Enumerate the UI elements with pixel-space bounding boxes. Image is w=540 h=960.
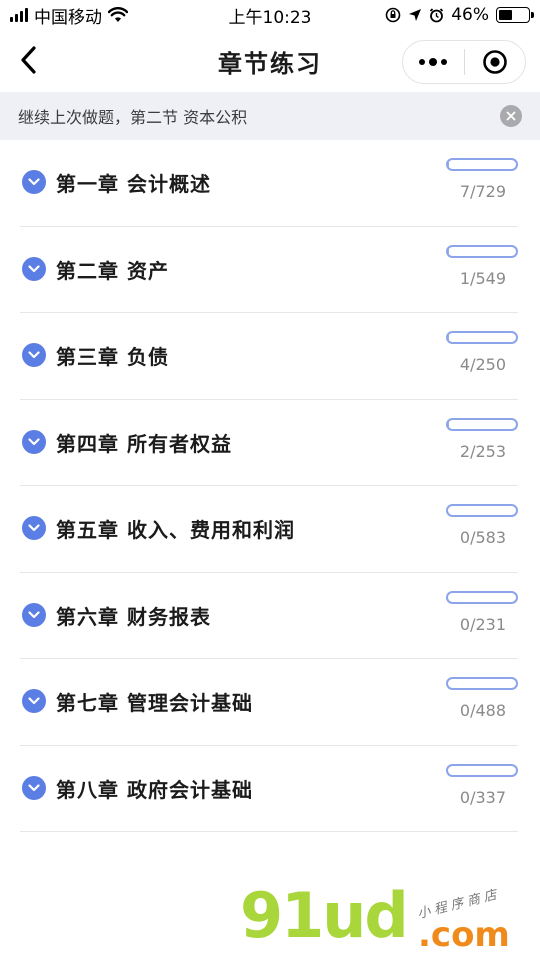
status-right: 46% (340, 5, 534, 25)
watermark: 91ud 小程序商店 .com (240, 879, 530, 956)
banner-close-button[interactable] (500, 105, 522, 127)
chevron-down-icon[interactable] (22, 170, 46, 194)
chapter-title: 第八章 政府会计基础 (56, 777, 253, 802)
chapter-progress-bar (446, 158, 518, 171)
chevron-down-icon[interactable] (22, 602, 46, 627)
chapter-progress-count: 0/583 (459, 528, 506, 547)
chapter-title: 第二章 资产 (56, 258, 169, 283)
chapter-progress-bar (446, 590, 518, 604)
chevron-down-icon[interactable] (22, 429, 46, 454)
more-dots-icon (419, 58, 448, 66)
chevron-down-icon[interactable] (22, 689, 46, 713)
chapter-item[interactable]: 第二章 资产 1/549 (20, 227, 518, 313)
chapter-progress-bar (446, 677, 518, 690)
status-time: 上午10:23 (228, 7, 312, 28)
location-icon (409, 9, 422, 21)
chapter-item[interactable]: 第六章 财务报表 0/231 (20, 573, 518, 659)
continue-banner[interactable]: 继续上次做题，第二节 资本公积 (0, 92, 540, 140)
chapter-title: 第三章 负债 (56, 345, 169, 369)
chevron-down-icon[interactable] (22, 256, 46, 281)
chapter-progress-count: 0/231 (459, 614, 506, 634)
battery-percent: 46% (451, 5, 489, 25)
wifi-icon (108, 7, 128, 22)
chapter-progress-bar (446, 504, 518, 517)
chapter-item[interactable]: 第四章 所有者权益 2/253 (20, 400, 518, 486)
chapter-item[interactable]: 第三章 负债 4/250 (20, 313, 518, 400)
chapter-progress-fill (448, 333, 450, 342)
chapter-progress-bar (446, 763, 518, 777)
chapter-item[interactable]: 第五章 收入、费用和利润 0/583 (20, 486, 518, 573)
continue-text: 继续上次做题，第二节 资本公积 (18, 108, 248, 127)
chapter-title: 第六章 财务报表 (56, 604, 211, 629)
carrier-label: 中国移动 (34, 7, 102, 28)
watermark-domain: .com (418, 915, 510, 955)
status-bar: 中国移动 上午10:23 46% (0, 0, 540, 30)
chapter-item[interactable]: 第八章 政府会计基础 0/337 (20, 746, 518, 832)
target-circle-icon (482, 50, 507, 74)
more-button[interactable] (403, 41, 464, 83)
chevron-left-icon (21, 46, 36, 74)
chapter-progress-bar (446, 417, 518, 431)
chapter-title: 第四章 所有者权益 (56, 431, 232, 456)
signal-icon (10, 8, 28, 22)
chapter-progress-count: 0/488 (459, 701, 506, 720)
chapter-progress-count: 0/337 (459, 787, 506, 807)
chapter-title: 第七章 管理会计基础 (56, 691, 253, 715)
chapter-title: 第一章 会计概述 (56, 172, 211, 196)
chapter-progress-count: 2/253 (459, 441, 506, 461)
chapter-list: 第一章 会计概述 7/729 第二章 资产 1/549 第三章 负债 4/250 第四章 所… (0, 140, 540, 832)
alarm-icon (430, 7, 444, 22)
chapter-progress-count: 1/549 (459, 268, 506, 288)
watermark-logo: 91ud (240, 879, 409, 952)
chapter-progress-count: 7/729 (459, 182, 506, 201)
back-button[interactable] (10, 42, 46, 78)
close-miniprogram-button[interactable] (465, 41, 526, 83)
chapter-progress-bar (446, 331, 518, 344)
chapter-item[interactable]: 第一章 会计概述 7/729 (20, 140, 518, 227)
chapter-progress-fill (448, 160, 449, 169)
status-left: 中国移动 (10, 3, 200, 28)
chapter-item[interactable]: 第七章 管理会计基础 0/488 (20, 659, 518, 746)
battery-icon (496, 7, 534, 23)
chevron-down-icon[interactable] (22, 516, 46, 540)
chevron-down-icon[interactable] (22, 343, 46, 367)
close-icon (506, 111, 516, 121)
miniprogram-capsule (402, 40, 526, 84)
chapter-progress-fill (448, 419, 449, 429)
chapter-progress-bar (446, 244, 518, 258)
chapter-title: 第五章 收入、费用和利润 (56, 518, 295, 542)
nav-bar: 章节练习 (0, 30, 540, 92)
chapter-progress-count: 4/250 (459, 355, 506, 374)
orientation-lock-icon (385, 7, 401, 23)
chevron-down-icon[interactable] (22, 775, 46, 800)
